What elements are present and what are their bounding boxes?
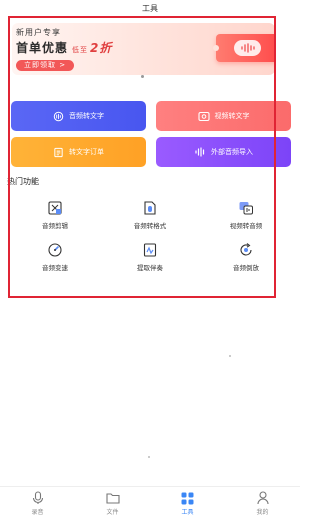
banner-title: 首单优惠 低至 2折 [16, 39, 112, 56]
audio-format-icon [141, 199, 159, 217]
feature-label: 音频倒放 [233, 264, 259, 272]
transcription-orders-button[interactable]: 转文字订单 [11, 137, 146, 167]
video-to-audio-icon [237, 199, 255, 217]
import-audio-label: 外部音频导入 [211, 148, 253, 156]
feature-audio-cut[interactable]: 音频剪辑 [23, 199, 87, 230]
video-to-text-label: 视频转文字 [214, 112, 250, 120]
stray-dot [148, 456, 150, 458]
video-to-text-icon [197, 111, 210, 122]
audio-reverse-icon [237, 241, 255, 259]
banner-subtitle: 新用户专享 [16, 28, 61, 37]
speech-to-text-icon [53, 111, 64, 122]
tab-label: 我的 [256, 509, 269, 516]
page-title: 工具 [142, 4, 158, 13]
feature-audio-reverse[interactable]: 音频倒放 [214, 241, 278, 272]
video-to-text-button[interactable]: 视频转文字 [156, 101, 291, 131]
ticket-notch-left [213, 45, 219, 51]
claim-button[interactable]: 立即领取 > [16, 60, 75, 71]
audio-to-text-label: 音频转文字 [69, 112, 104, 120]
waveform-icon [234, 40, 261, 56]
hot-features-title: 热门功能 [7, 177, 39, 186]
feature-label: 音频变速 [42, 264, 68, 272]
mic-icon [31, 491, 45, 505]
feature-extract-accompaniment[interactable]: 提取伴奏 [118, 241, 182, 272]
tab-profile[interactable]: 我的 [225, 487, 300, 518]
tab-record[interactable]: 录音 [0, 487, 75, 518]
tab-label: 工具 [181, 509, 194, 516]
audio-cut-icon [46, 199, 64, 217]
extract-accompaniment-icon [141, 241, 159, 259]
folder-icon [105, 491, 120, 505]
feature-video-to-audio[interactable]: 视频转音频 [214, 199, 278, 230]
banner-headline: 首单优惠 [16, 41, 69, 55]
banner-low-label: 低至 [72, 46, 89, 54]
order-icon [53, 147, 64, 158]
promo-banner[interactable]: 新用户专享 首单优惠 低至 2折 立即领取 > [12, 23, 275, 75]
banner-discount: 2折 [90, 41, 113, 55]
feature-audio-speed[interactable]: 音频变速 [23, 241, 87, 272]
grid-icon [181, 491, 195, 505]
carousel-indicator [141, 75, 144, 78]
tab-label: 文件 [106, 509, 119, 516]
import-audio-button[interactable]: 外部音频导入 [156, 137, 291, 167]
audio-speed-icon [46, 241, 64, 259]
feature-label: 视频转音频 [229, 222, 263, 230]
audio-to-text-button[interactable]: 音频转文字 [11, 101, 146, 131]
tab-label: 录音 [31, 509, 44, 516]
coupon-ticket-icon [213, 34, 275, 62]
user-icon [256, 491, 270, 505]
tab-tools[interactable]: 工具 [150, 487, 225, 518]
feature-audio-format[interactable]: 音频转格式 [118, 199, 182, 230]
feature-label: 音频剪辑 [42, 222, 68, 230]
audio-import-icon [194, 147, 206, 157]
stray-dot [229, 355, 231, 357]
bottom-tab-bar: 录音 文件 工具 我的 [0, 486, 300, 518]
transcription-orders-label: 转文字订单 [69, 148, 104, 156]
feature-label: 提取伴奏 [137, 264, 163, 272]
tab-files[interactable]: 文件 [75, 487, 150, 518]
feature-label: 音频转格式 [133, 222, 167, 230]
